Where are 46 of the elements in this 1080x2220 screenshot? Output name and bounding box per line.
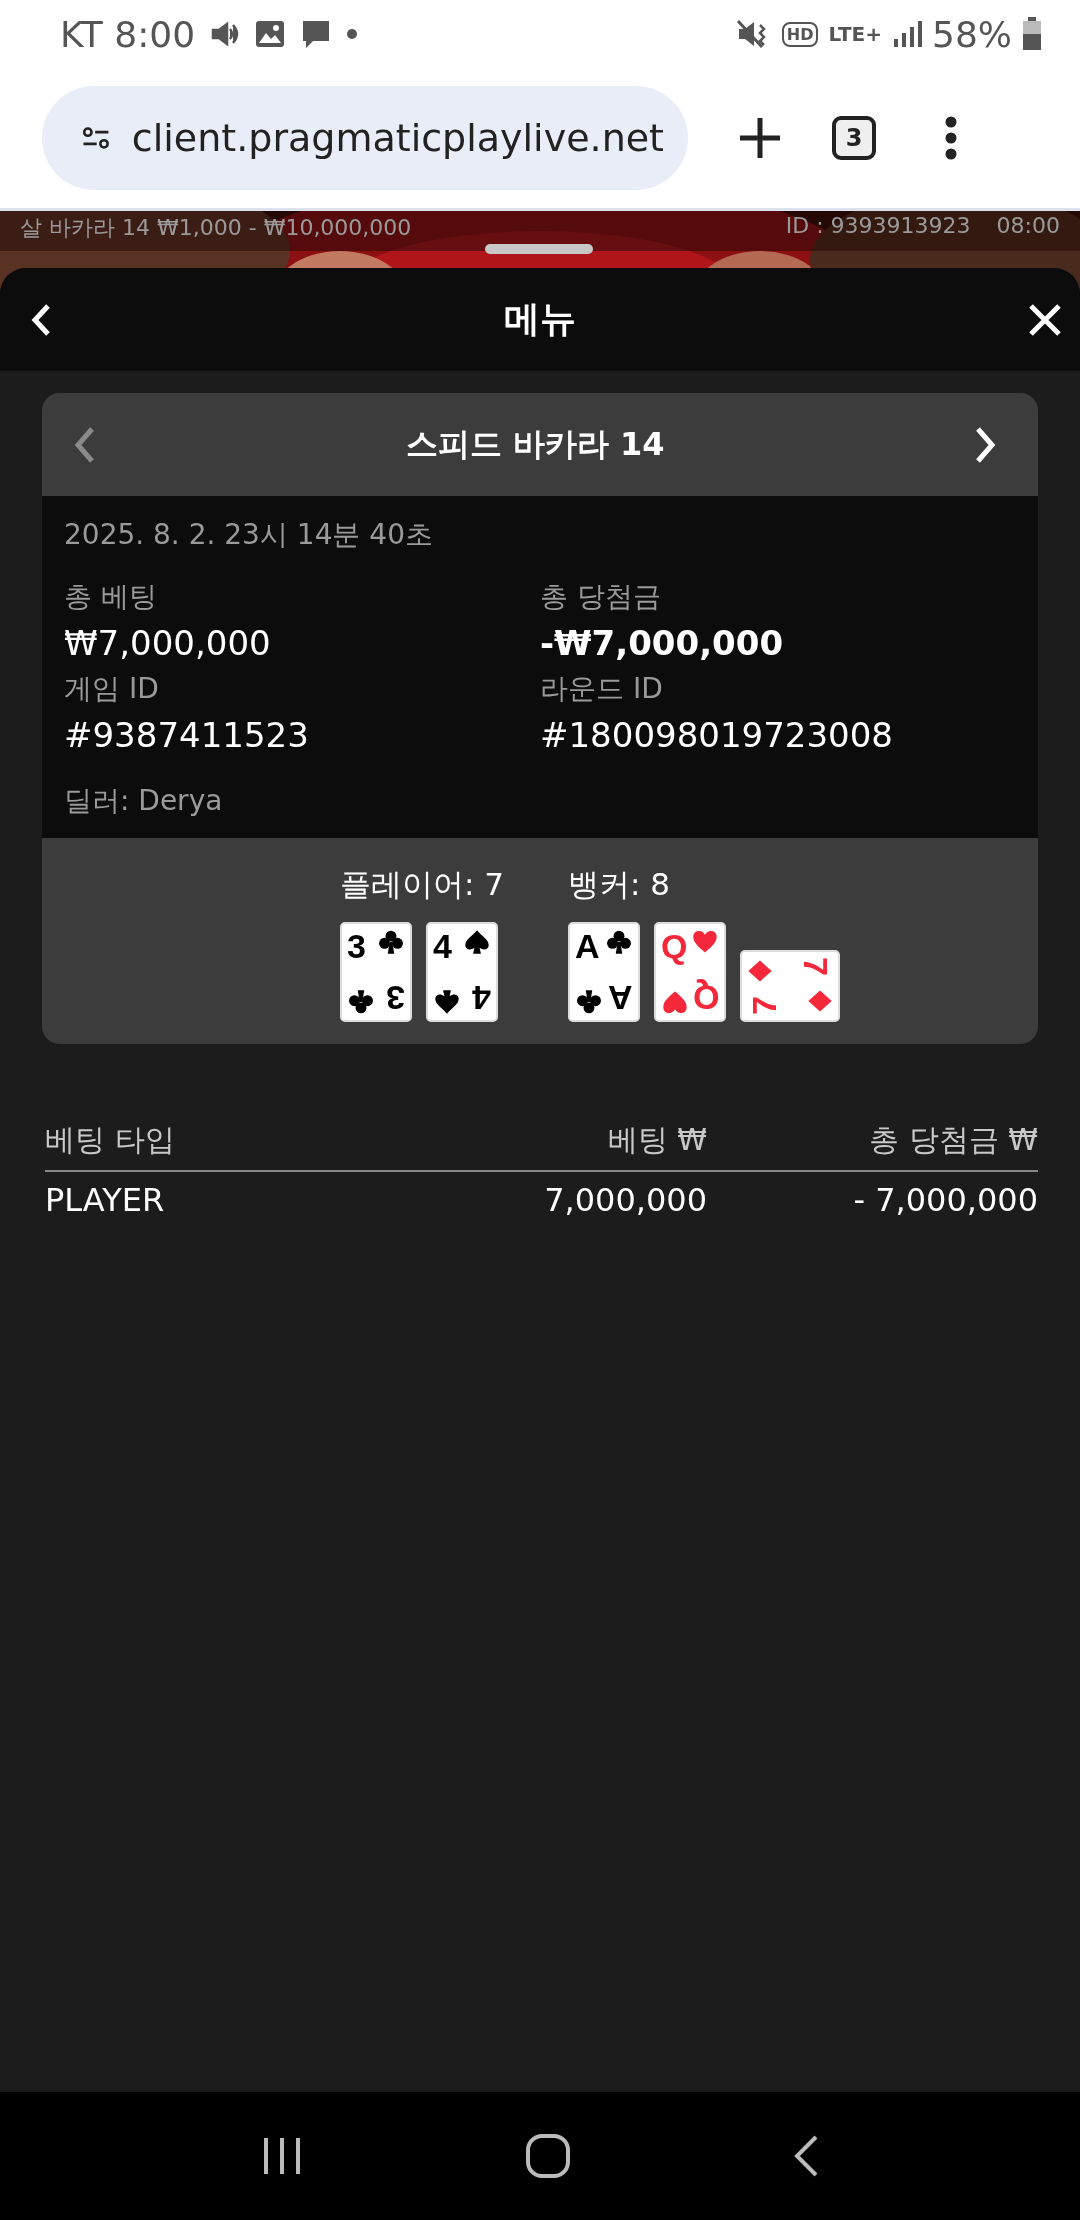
- game-clock: 08:00: [996, 213, 1060, 238]
- playing-card: Q Q: [654, 922, 727, 1022]
- menu-title: 메뉴: [504, 297, 576, 341]
- table-cell-text: 7,000,000: [543, 1181, 707, 1219]
- column-header: 베팅 타입: [45, 1120, 176, 1159]
- field-value: ₩7,000,000: [64, 622, 272, 665]
- volume-icon: [211, 22, 240, 46]
- round-title: 스피드 바카라 14: [405, 423, 665, 465]
- round-date: 2025. 8. 2. 23시 14분 40초: [64, 517, 434, 553]
- table-limits: 살 바카라 14 ₩1,000 - ₩10,000,000: [20, 214, 412, 242]
- game-id: ID : 9393913923: [785, 213, 971, 238]
- close-icon: [1028, 302, 1062, 337]
- field-value: -₩7,000,000: [540, 622, 785, 665]
- column-header: 총 당첨금 ₩: [868, 1120, 1038, 1159]
- field-label: 게임 ID: [64, 671, 160, 707]
- status-time: KT 8:00: [60, 13, 196, 55]
- hd-badge: HD: [781, 21, 819, 47]
- drag-handle[interactable]: [485, 244, 593, 254]
- dot-icon: [347, 29, 358, 39]
- address-bar[interactable]: client.pragmaticplaylive.net: [42, 86, 688, 190]
- tab-switcher-button[interactable]: 3: [832, 116, 876, 160]
- close-button[interactable]: [1028, 302, 1062, 337]
- message-icon: [301, 19, 332, 49]
- table-cell-text: PLAYER: [45, 1181, 166, 1219]
- column-header: 베팅 ₩: [606, 1120, 707, 1159]
- playing-card: A A: [568, 922, 641, 1022]
- playing-card: 3 3: [340, 922, 412, 1022]
- new-tab-icon[interactable]: [738, 116, 782, 160]
- playing-card: 7 7: [740, 950, 841, 1022]
- home-icon[interactable]: [525, 2133, 571, 2179]
- field-label: 라운드 ID: [540, 671, 664, 707]
- signal-icon: [892, 19, 922, 49]
- battery-icon: [1022, 17, 1042, 51]
- battery-percent: 58%: [932, 13, 1012, 55]
- dealer-name: 딜러: Derya: [64, 783, 224, 819]
- image-icon: [255, 20, 286, 48]
- network-label: LTE+: [828, 24, 882, 44]
- field-label: 총 당첨금: [540, 579, 662, 615]
- hand-score: 플레이어: 7: [340, 865, 505, 904]
- field-value: #9387411523: [64, 714, 310, 757]
- field-value: #180098019723008: [540, 714, 894, 757]
- field-label: 총 베팅: [64, 579, 158, 615]
- table-cell-text: - 7,000,000: [852, 1181, 1038, 1219]
- hand-score: 뱅커: 8: [568, 865, 672, 904]
- more-options-icon[interactable]: [944, 116, 958, 160]
- playing-card: 4 4: [426, 922, 498, 1022]
